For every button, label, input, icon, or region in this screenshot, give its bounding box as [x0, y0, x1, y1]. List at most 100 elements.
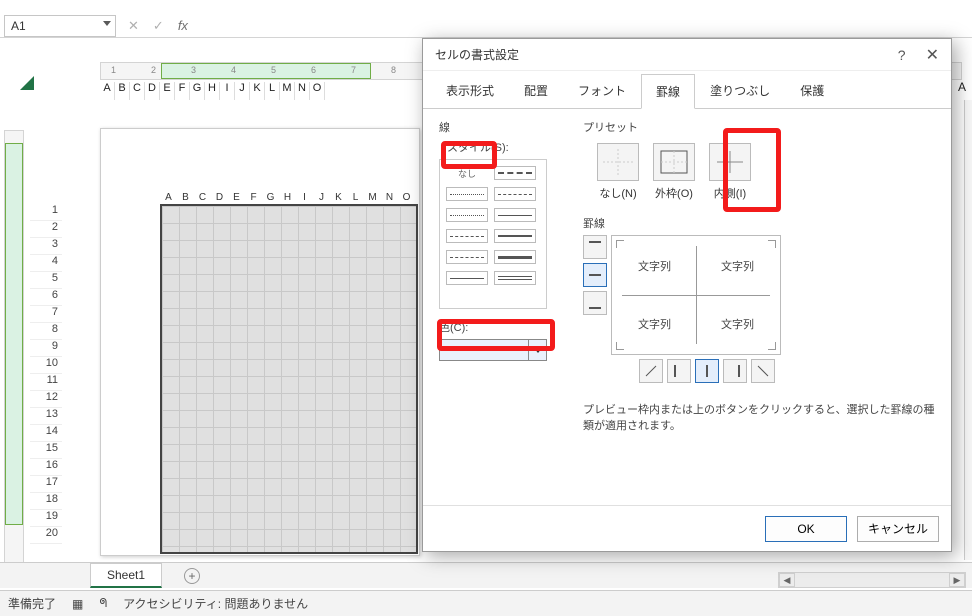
preview-text: 文字列 [721, 258, 754, 274]
format-cells-dialog: セルの書式設定 ? ✕ 表示形式配置フォント罫線塗りつぶし保護 線 スタイル(S… [422, 38, 952, 552]
fx-icon[interactable]: fx [178, 18, 188, 33]
ok-button[interactable]: OK [765, 516, 847, 542]
row-header[interactable]: 18 [30, 493, 62, 510]
column-header[interactable]: I [220, 82, 235, 100]
formula-bar: A1 ✕ ✓ fx [0, 14, 972, 38]
border-middle-h-toggle[interactable] [583, 263, 607, 287]
row-headers[interactable]: 1234567891011121314151617181920 [30, 204, 62, 544]
name-box-dropdown-icon[interactable] [103, 21, 111, 26]
line-style-opt[interactable] [446, 208, 488, 222]
border-section-label: 罫線 [583, 215, 935, 231]
row-header[interactable]: 20 [30, 527, 62, 544]
column-header[interactable]: D [145, 82, 160, 100]
line-style-opt[interactable] [494, 208, 536, 222]
preset-none[interactable]: なし(N) [597, 143, 639, 201]
row-header[interactable]: 13 [30, 408, 62, 425]
column-header[interactable]: B [115, 82, 130, 100]
row-header[interactable]: 8 [30, 323, 62, 340]
row-header[interactable]: 2 [30, 221, 62, 238]
dropdown-arrow-icon[interactable] [528, 340, 546, 360]
dialog-tabs: 表示形式配置フォント罫線塗りつぶし保護 [423, 71, 951, 109]
column-header[interactable]: E [160, 82, 175, 100]
row-header[interactable]: 14 [30, 425, 62, 442]
column-header[interactable]: J [235, 82, 250, 100]
line-style-opt[interactable] [494, 250, 536, 264]
column-header[interactable]: L [265, 82, 280, 100]
column-header[interactable]: K [250, 82, 265, 100]
tab-表示形式[interactable]: 表示形式 [431, 73, 509, 108]
line-style-opt[interactable] [446, 187, 488, 201]
tab-塗りつぶし[interactable]: 塗りつぶし [695, 73, 785, 108]
select-all-triangle[interactable] [4, 60, 36, 92]
preview-text: 文字列 [721, 316, 754, 332]
border-left-toggle[interactable] [667, 359, 691, 383]
column-header[interactable]: M [280, 82, 295, 100]
row-header[interactable]: 4 [30, 255, 62, 272]
line-style-opt[interactable] [446, 250, 488, 264]
tab-保護[interactable]: 保護 [785, 73, 839, 108]
line-color-dropdown[interactable] [439, 339, 547, 361]
tab-フォント[interactable]: フォント [563, 73, 641, 108]
line-style-opt[interactable] [494, 166, 536, 180]
dialog-titlebar[interactable]: セルの書式設定 ? ✕ [423, 39, 951, 71]
border-bottom-toggle[interactable] [583, 291, 607, 315]
line-style-opt[interactable] [494, 187, 536, 201]
border-diag-down-toggle[interactable] [751, 359, 775, 383]
accessibility-status[interactable]: アクセシビリティ: 問題ありません [123, 595, 308, 612]
right-page-edge [964, 100, 972, 560]
style-label: スタイル(S): [447, 139, 559, 155]
cancel-formula-icon: ✕ [128, 18, 139, 34]
border-right-toggle[interactable] [723, 359, 747, 383]
preset-outline[interactable]: 外枠(O) [653, 143, 695, 201]
tab-罫線[interactable]: 罫線 [641, 74, 695, 109]
column-header[interactable]: N [295, 82, 310, 100]
line-style-none[interactable]: なし [446, 166, 488, 180]
border-preview[interactable]: 文字列 文字列 文字列 文字列 [611, 235, 781, 355]
line-section-label: 線 [439, 119, 559, 135]
row-header[interactable]: 19 [30, 510, 62, 527]
help-icon[interactable]: ? [898, 47, 906, 63]
row-header[interactable]: 7 [30, 306, 62, 323]
column-header[interactable]: G [190, 82, 205, 100]
row-header[interactable]: 5 [30, 272, 62, 289]
row-header[interactable]: 6 [30, 289, 62, 306]
selected-range[interactable] [160, 204, 418, 554]
line-style-opt[interactable] [446, 271, 488, 285]
name-box[interactable]: A1 [4, 15, 116, 37]
line-style-opt[interactable] [494, 271, 536, 285]
tab-配置[interactable]: 配置 [509, 73, 563, 108]
scroll-left-icon[interactable]: ◀ [779, 573, 795, 587]
add-sheet-button[interactable]: + [184, 568, 200, 584]
column-header[interactable]: O [310, 82, 325, 100]
row-header[interactable]: 11 [30, 374, 62, 391]
ruler-column-letters: ABCDEFGHIJKLMNO [100, 82, 325, 100]
column-header[interactable]: F [175, 82, 190, 100]
column-header[interactable]: H [205, 82, 220, 100]
border-top-toggle[interactable] [583, 235, 607, 259]
row-header[interactable]: 9 [30, 340, 62, 357]
row-header[interactable]: 15 [30, 442, 62, 459]
line-style-opt[interactable] [494, 229, 536, 243]
preset-none-label: なし(N) [599, 188, 636, 200]
border-diag-up-toggle[interactable] [639, 359, 663, 383]
preset-inside[interactable]: 内側(I) [709, 143, 751, 201]
row-header[interactable]: 1 [30, 204, 62, 221]
row-header[interactable]: 3 [30, 238, 62, 255]
preview-text: 文字列 [638, 316, 671, 332]
preset-label: プリセット [583, 119, 935, 135]
border-middle-v-toggle[interactable] [695, 359, 719, 383]
column-headers[interactable]: ABCDEFGHIJKLMNO [160, 192, 415, 203]
row-header[interactable]: 16 [30, 459, 62, 476]
row-header[interactable]: 10 [30, 357, 62, 374]
sheet-tab-sheet1[interactable]: Sheet1 [90, 563, 162, 588]
line-style-opt[interactable] [446, 229, 488, 243]
column-header[interactable]: C [130, 82, 145, 100]
cancel-button[interactable]: キャンセル [857, 516, 939, 542]
scroll-right-icon[interactable]: ▶ [949, 573, 965, 587]
row-header[interactable]: 12 [30, 391, 62, 408]
row-header[interactable]: 17 [30, 476, 62, 493]
column-header[interactable]: A [100, 82, 115, 100]
close-icon[interactable]: ✕ [926, 45, 939, 65]
line-style-list[interactable]: なし [439, 159, 547, 309]
horizontal-scrollbar[interactable]: ◀ ▶ [778, 572, 966, 588]
